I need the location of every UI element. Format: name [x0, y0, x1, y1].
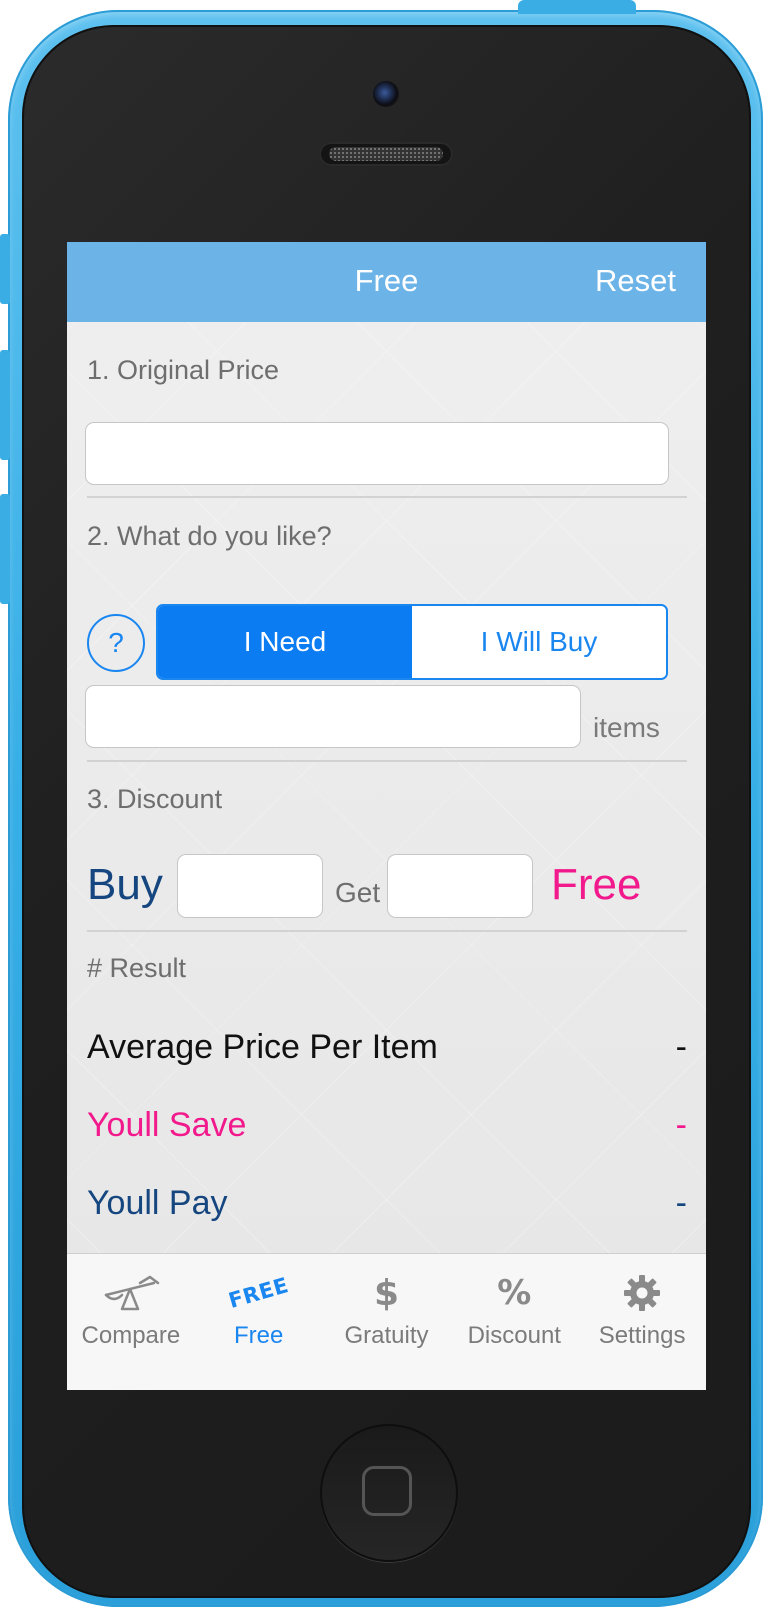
- result-value-average-price: -: [675, 1028, 687, 1066]
- percent-icon: %: [497, 1273, 532, 1313]
- need-buy-segmented-control: I Need I Will Buy: [156, 604, 668, 680]
- front-camera: [373, 81, 399, 107]
- result-row-youll-save: Youll Save -: [87, 1106, 687, 1145]
- volume-up-button: [0, 350, 10, 460]
- gear-icon: [578, 1272, 706, 1314]
- divider: [87, 760, 687, 762]
- question-icon: ?: [108, 627, 124, 658]
- tab-label: Compare: [81, 1322, 181, 1349]
- original-price-input[interactable]: [85, 422, 669, 485]
- tab-label: Free: [234, 1322, 284, 1349]
- nav-bar: Free Reset: [67, 242, 706, 322]
- earpiece-speaker: [319, 142, 453, 166]
- tab-settings[interactable]: Settings: [578, 1254, 706, 1390]
- items-quantity-input[interactable]: [85, 685, 581, 748]
- result-value-youll-pay: -: [675, 1184, 687, 1222]
- result-label: # Result: [87, 953, 187, 983]
- items-unit-label: items: [593, 712, 660, 743]
- tab-compare[interactable]: Compare: [67, 1254, 195, 1390]
- result-label-youll-save: Youll Save: [87, 1106, 247, 1144]
- result-row-average-price: Average Price Per Item -: [87, 1028, 687, 1067]
- tab-discount[interactable]: % Discount: [450, 1254, 578, 1390]
- discount-label: 3. Discount: [87, 784, 223, 814]
- divider: [87, 930, 687, 932]
- volume-down-button: [0, 494, 10, 604]
- get-quantity-input[interactable]: [387, 854, 533, 918]
- segment-i-need[interactable]: I Need: [158, 606, 412, 678]
- power-button: [518, 0, 636, 14]
- segment-i-will-buy[interactable]: I Will Buy: [412, 606, 666, 678]
- scale-icon: [67, 1272, 195, 1314]
- buy-quantity-input[interactable]: [177, 854, 323, 918]
- result-row-youll-pay: Youll Pay -: [87, 1184, 687, 1223]
- mute-switch: [0, 234, 10, 304]
- buy-label: Buy: [87, 860, 163, 909]
- tab-gratuity[interactable]: $ Gratuity: [323, 1254, 451, 1390]
- result-label-youll-pay: Youll Pay: [87, 1184, 228, 1222]
- free-stamp-icon: FREE: [225, 1273, 292, 1313]
- reset-button[interactable]: Reset: [595, 263, 676, 299]
- divider: [87, 496, 687, 498]
- result-label-average-price: Average Price Per Item: [87, 1028, 438, 1066]
- tab-bar: Compare FREE Free $ Gratuity % Discount: [67, 1253, 706, 1390]
- result-value-youll-save: -: [675, 1106, 687, 1144]
- free-label: Free: [551, 860, 642, 909]
- dollar-icon: $: [373, 1272, 400, 1314]
- tab-label: Settings: [598, 1322, 686, 1349]
- tab-label: Gratuity: [344, 1322, 429, 1349]
- tab-label: Discount: [467, 1322, 561, 1349]
- home-button[interactable]: [320, 1424, 458, 1562]
- original-price-label: 1. Original Price: [87, 355, 280, 385]
- home-square-icon: [362, 1466, 412, 1516]
- get-label: Get: [335, 877, 381, 908]
- tab-free[interactable]: FREE Free: [195, 1254, 323, 1390]
- help-button[interactable]: ?: [87, 614, 145, 672]
- app-screen: Free Reset 1. Original Price 2. What do …: [67, 242, 706, 1390]
- what-do-you-like-label: 2. What do you like?: [87, 521, 332, 551]
